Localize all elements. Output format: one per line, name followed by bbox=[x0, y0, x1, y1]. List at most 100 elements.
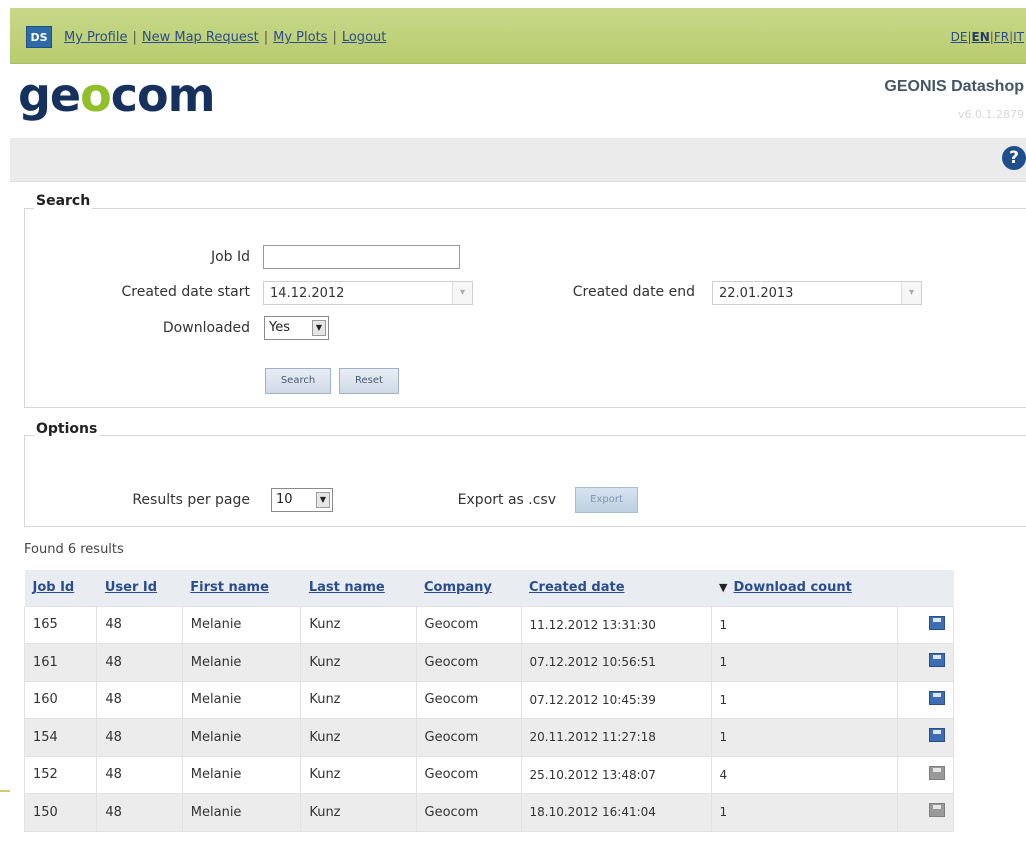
help-bar: ? bbox=[10, 138, 1026, 182]
search-panel bbox=[24, 208, 1026, 408]
cell-download-count: 1 bbox=[710, 793, 899, 832]
cell-job-id: 160 bbox=[23, 680, 98, 719]
results-per-page-label: Results per page bbox=[132, 492, 250, 508]
table-row: 160 48 Melanie Kunz Geocom 07.12.2012 10:45:3… bbox=[23, 680, 954, 719]
cell-job-id: 161 bbox=[23, 643, 98, 682]
table-row: 150 48 Melanie Kunz Geocom 18.10.2012 16:41:0… bbox=[23, 793, 954, 832]
cell-company: Geocom bbox=[415, 605, 522, 644]
cell-job-id: 150 bbox=[23, 793, 98, 832]
cell-user-id: 48 bbox=[96, 718, 183, 757]
search-panel-title: Search bbox=[34, 193, 93, 209]
cell-download-count: 4 bbox=[710, 755, 899, 794]
cell-created-date: 07.12.2012 10:56:51 bbox=[520, 643, 712, 682]
cell-first-name: Melanie bbox=[181, 680, 302, 719]
cell-job-id: 154 bbox=[23, 718, 98, 757]
cell-job-id: 165 bbox=[23, 605, 98, 644]
decorative-line bbox=[0, 790, 10, 792]
download-save-icon[interactable] bbox=[929, 615, 945, 630]
column-header-job-id[interactable]: Job Id bbox=[24, 570, 97, 606]
geocom-logo: geocom bbox=[18, 68, 216, 122]
lang-fr-link[interactable]: FR bbox=[994, 30, 1009, 44]
cell-company: Geocom bbox=[415, 755, 522, 794]
cell-first-name: Melanie bbox=[181, 755, 302, 794]
cell-created-date: 07.12.2012 10:45:39 bbox=[520, 680, 712, 719]
created-date-start-field[interactable]: 14.12.2012 ▾ bbox=[263, 281, 473, 305]
page-frame bbox=[0, 0, 1026, 8]
table-row: 165 48 Melanie Kunz Geocom 11.12.2012 13:31:3… bbox=[23, 605, 954, 644]
cell-first-name: Melanie bbox=[181, 793, 302, 832]
cell-company: Geocom bbox=[415, 643, 522, 682]
lang-it-link[interactable]: IT bbox=[1013, 30, 1024, 44]
cell-download-count: 1 bbox=[710, 718, 899, 757]
nav-new-map-request-link[interactable]: New Map Request bbox=[142, 30, 259, 45]
created-date-start-value: 14.12.2012 bbox=[270, 286, 345, 301]
column-header-last-name[interactable]: Last name bbox=[300, 570, 416, 606]
cell-user-id: 48 bbox=[96, 793, 183, 832]
downloaded-select[interactable]: Yes ▼ bbox=[264, 316, 329, 340]
top-nav-links: My Profile | New Map Request | My Plots | Logo… bbox=[64, 30, 386, 45]
column-header-download-count[interactable]: ▼ Download count bbox=[711, 570, 898, 606]
language-switcher: DE|EN|FR|IT bbox=[950, 30, 1024, 44]
job-id-input[interactable] bbox=[263, 245, 460, 269]
cell-first-name: Melanie bbox=[181, 718, 302, 757]
lang-en-link[interactable]: EN bbox=[972, 30, 990, 44]
column-header-user-id[interactable]: User Id bbox=[96, 570, 183, 606]
cell-last-name: Kunz bbox=[300, 605, 417, 644]
column-header-actions bbox=[897, 570, 954, 606]
cell-user-id: 48 bbox=[96, 680, 183, 719]
column-header-company[interactable]: Company bbox=[416, 570, 522, 606]
lang-de-link[interactable]: DE bbox=[951, 30, 968, 44]
nav-my-plots-link[interactable]: My Plots bbox=[273, 30, 327, 45]
created-date-end-field[interactable]: 22.01.2013 ▾ bbox=[712, 281, 922, 305]
cell-last-name: Kunz bbox=[300, 718, 417, 757]
cell-user-id: 48 bbox=[96, 643, 183, 682]
results-per-page-select[interactable]: 10 ▼ bbox=[271, 488, 333, 512]
search-button[interactable]: Search bbox=[265, 368, 331, 394]
nav-my-profile-link[interactable]: My Profile bbox=[64, 30, 127, 45]
datashop-logo-icon: DS bbox=[26, 26, 52, 48]
download-save-icon[interactable] bbox=[929, 803, 945, 818]
results-table: Job Id User Id First name Last name Comp… bbox=[23, 570, 954, 832]
table-row: 161 48 Melanie Kunz Geocom 07.12.2012 10:56:5… bbox=[23, 643, 954, 682]
cell-download-action bbox=[897, 643, 954, 682]
cell-download-action bbox=[897, 755, 954, 794]
cell-download-count: 1 bbox=[710, 605, 899, 644]
options-panel bbox=[24, 435, 1026, 527]
cell-last-name: Kunz bbox=[300, 755, 417, 794]
nav-logout-link[interactable]: Logout bbox=[342, 30, 387, 45]
export-csv-label: Export as .csv bbox=[457, 492, 556, 508]
nav-separator: | bbox=[132, 30, 137, 45]
reset-button[interactable]: Reset bbox=[339, 368, 399, 394]
cell-user-id: 48 bbox=[96, 755, 183, 794]
cell-first-name: Melanie bbox=[181, 643, 302, 682]
table-row: 152 48 Melanie Kunz Geocom 25.10.2012 13:48:0… bbox=[23, 755, 954, 794]
cell-job-id: 152 bbox=[23, 755, 98, 794]
export-button[interactable]: Export bbox=[575, 487, 638, 513]
download-save-icon[interactable] bbox=[929, 765, 945, 780]
download-save-icon[interactable] bbox=[929, 690, 945, 705]
product-title: GEONIS Datashop bbox=[884, 78, 1024, 95]
column-header-created-date[interactable]: Created date bbox=[521, 570, 712, 606]
brand-header: geocom GEONIS Datashop v6.0.1.2879 bbox=[10, 64, 1026, 138]
download-save-icon[interactable] bbox=[929, 728, 945, 743]
results-count: Found 6 results bbox=[24, 542, 124, 557]
cell-company: Geocom bbox=[415, 718, 522, 757]
cell-created-date: 25.10.2012 13:48:07 bbox=[520, 755, 712, 794]
column-header-first-name[interactable]: First name bbox=[182, 570, 301, 606]
cell-user-id: 48 bbox=[96, 605, 183, 644]
date-picker-icon[interactable]: ▾ bbox=[901, 282, 921, 304]
date-picker-icon[interactable]: ▾ bbox=[452, 282, 472, 304]
cell-last-name: Kunz bbox=[300, 680, 417, 719]
chevron-down-icon: ▼ bbox=[312, 320, 326, 336]
nav-separator: | bbox=[332, 30, 337, 45]
download-save-icon[interactable] bbox=[929, 653, 945, 668]
created-date-end-label: Created date end bbox=[572, 284, 695, 300]
chevron-down-icon: ▼ bbox=[316, 492, 330, 508]
cell-created-date: 11.12.2012 13:31:30 bbox=[520, 605, 712, 644]
cell-created-date: 20.11.2012 11:27:18 bbox=[520, 718, 712, 757]
table-row: 154 48 Melanie Kunz Geocom 20.11.2012 11:27:1… bbox=[23, 718, 954, 757]
version-label: v6.0.1.2879 bbox=[958, 108, 1024, 121]
sort-descending-icon: ▼ bbox=[719, 581, 728, 595]
cell-company: Geocom bbox=[415, 793, 522, 832]
help-icon[interactable]: ? bbox=[1002, 146, 1026, 170]
